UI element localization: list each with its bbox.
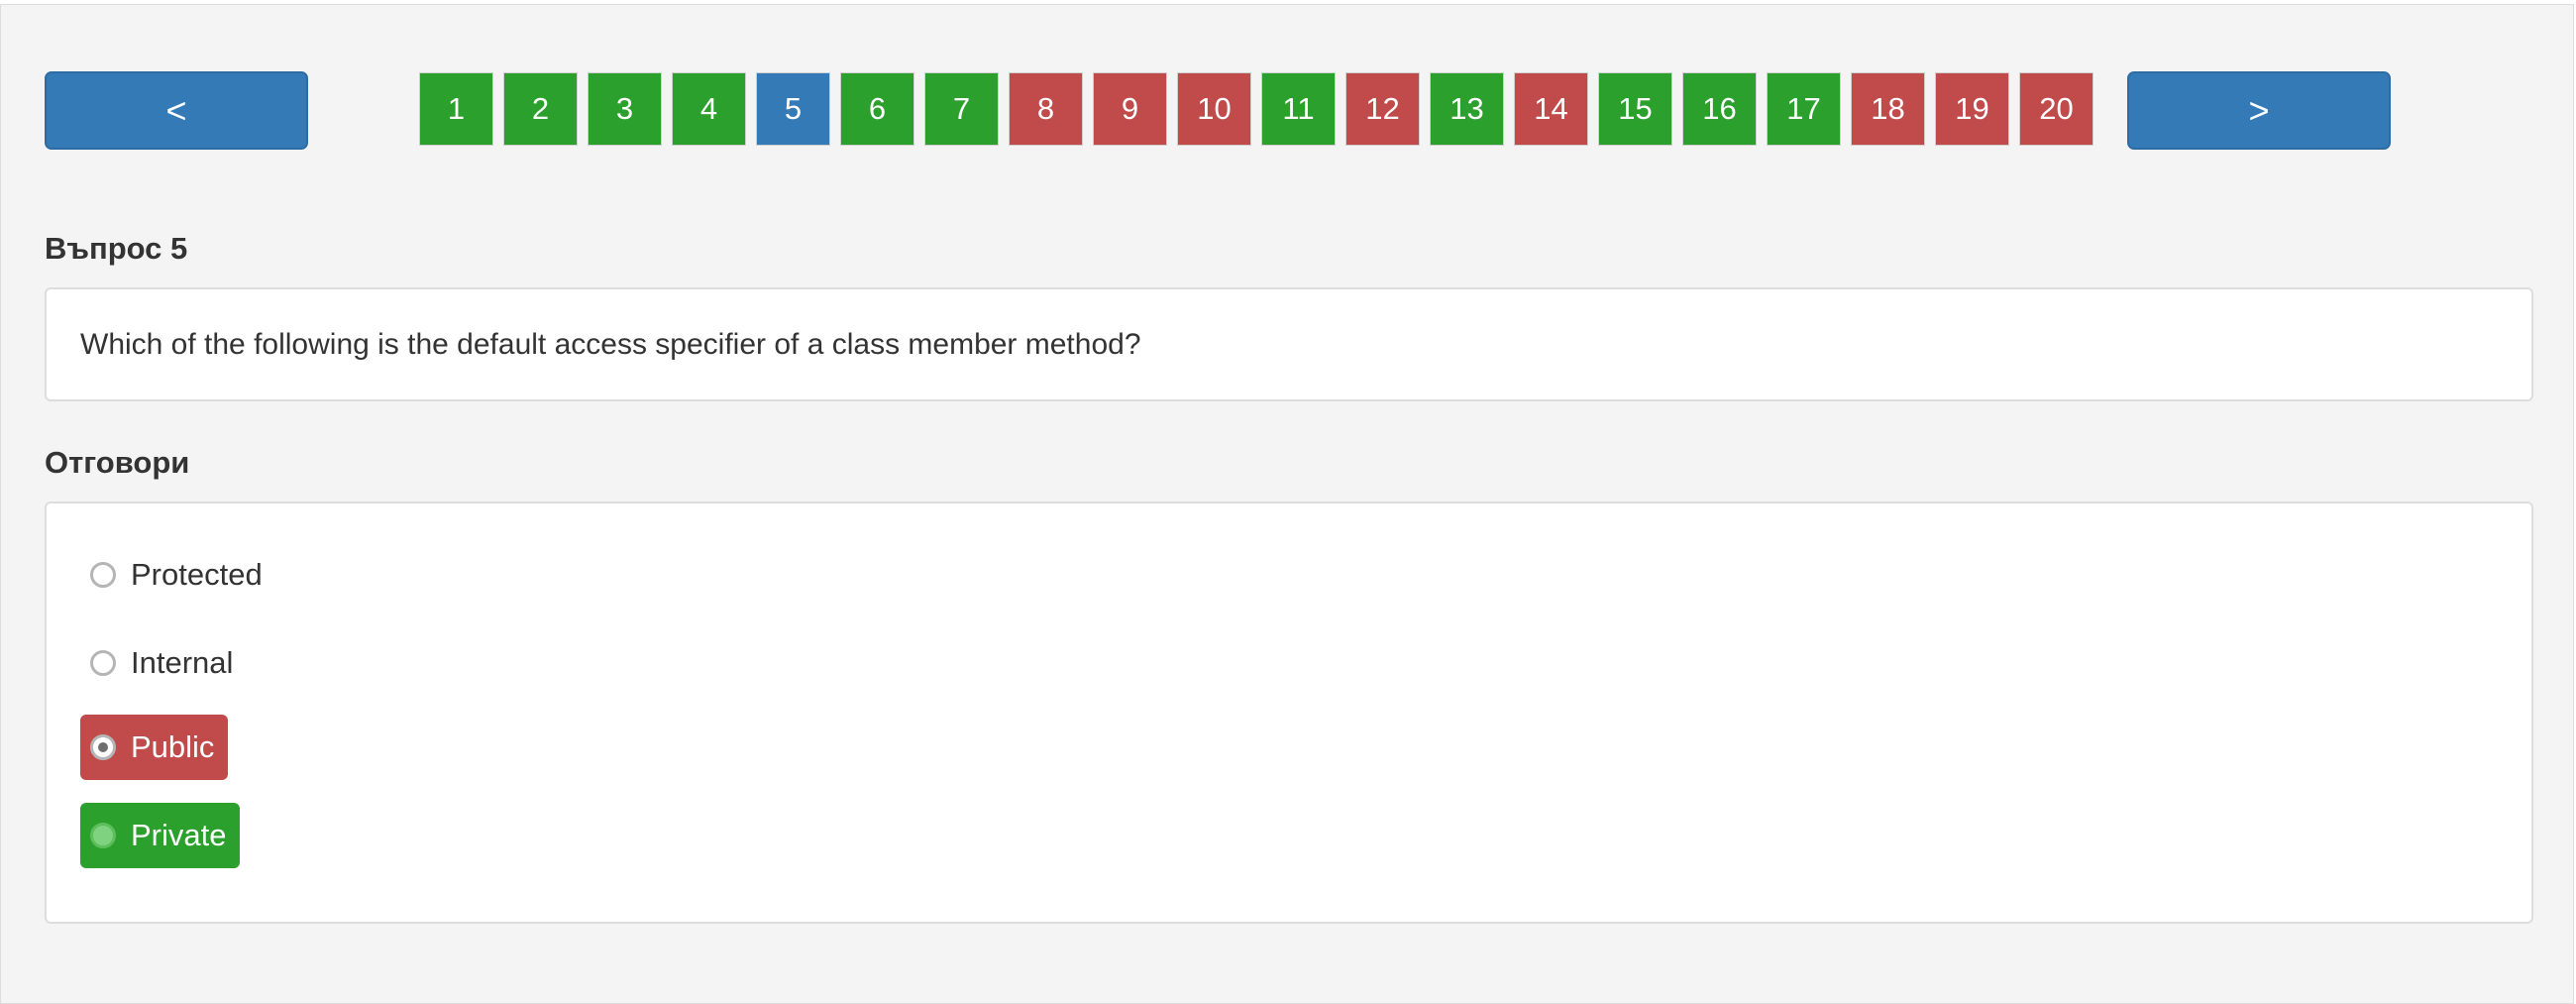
page-label: 7 [952,91,971,126]
page-button-2[interactable]: 2 [503,72,578,146]
question-text: Which of the following is the default ac… [80,327,1141,361]
page-button-11[interactable]: 11 [1261,72,1336,146]
page-label: 15 [1618,91,1653,126]
answer-label: Internal [131,645,234,680]
page-button-15[interactable]: 15 [1598,72,1672,146]
page-label: 10 [1197,91,1232,126]
page-label: 5 [784,91,803,126]
answer-option-protected[interactable]: Protected [80,542,276,608]
answer-option-internal[interactable]: Internal [80,630,247,696]
page-button-13[interactable]: 13 [1430,72,1504,146]
page-label: 1 [447,91,466,126]
page-button-19[interactable]: 19 [1935,72,2009,146]
page-label: 4 [699,91,718,126]
page-label: 11 [1282,91,1315,126]
answer-label: Public [131,729,215,764]
page-label: 20 [2039,91,2074,126]
page-label: 17 [1786,91,1821,126]
page-button-14[interactable]: 14 [1514,72,1588,146]
answer-label: Private [131,818,227,852]
radio-selected-icon[interactable] [90,734,116,760]
page-button-16[interactable]: 16 [1682,72,1757,146]
radio-icon[interactable] [90,562,116,588]
page-label: 8 [1036,91,1055,126]
page-button-5-current[interactable]: 5 [756,72,830,146]
page-button-18[interactable]: 18 [1851,72,1925,146]
answer-option-public-selected-wrong[interactable]: Public [80,715,229,780]
page-button-9[interactable]: 9 [1093,72,1167,146]
page-label: 3 [615,91,634,126]
question-box: Which of the following is the default ac… [45,287,2533,401]
page-label: 14 [1534,91,1568,126]
page-button-20[interactable]: 20 [2019,72,2093,146]
answer-label: Protected [131,557,263,592]
question-heading: Въпрос 5 [45,231,188,266]
page-button-7[interactable]: 7 [924,72,999,146]
page-label: 19 [1955,91,1989,126]
radio-correct-icon[interactable] [90,823,116,848]
radio-icon[interactable] [90,650,116,676]
answers-heading: Отговори [45,445,190,480]
page-button-17[interactable]: 17 [1767,72,1841,146]
quiz-panel: < 1 2 3 4 5 6 7 8 9 10 11 12 13 14 15 16… [0,4,2574,1004]
page-label: 13 [1449,91,1484,126]
question-pagination: 1 2 3 4 5 6 7 8 9 10 11 12 13 14 15 16 1… [419,72,2093,146]
next-label: > [2248,89,2270,131]
page-button-12[interactable]: 12 [1345,72,1420,146]
answers-box: Protected Internal Public Private [45,502,2533,924]
page-label: 9 [1121,91,1139,126]
page-label: 2 [531,91,550,126]
page-button-1[interactable]: 1 [419,72,493,146]
answer-option-private-correct[interactable]: Private [80,803,241,868]
page-button-4[interactable]: 4 [672,72,746,146]
previous-question-button[interactable]: < [45,71,308,150]
page-button-10[interactable]: 10 [1177,72,1251,146]
page-label: 6 [868,91,887,126]
page-label: 16 [1702,91,1737,126]
previous-label: < [165,89,187,131]
page-button-6[interactable]: 6 [840,72,914,146]
page-label: 18 [1871,91,1905,126]
next-question-button[interactable]: > [2127,71,2391,150]
page-button-8[interactable]: 8 [1009,72,1083,146]
page-button-3[interactable]: 3 [588,72,662,146]
page-label: 12 [1365,91,1400,126]
